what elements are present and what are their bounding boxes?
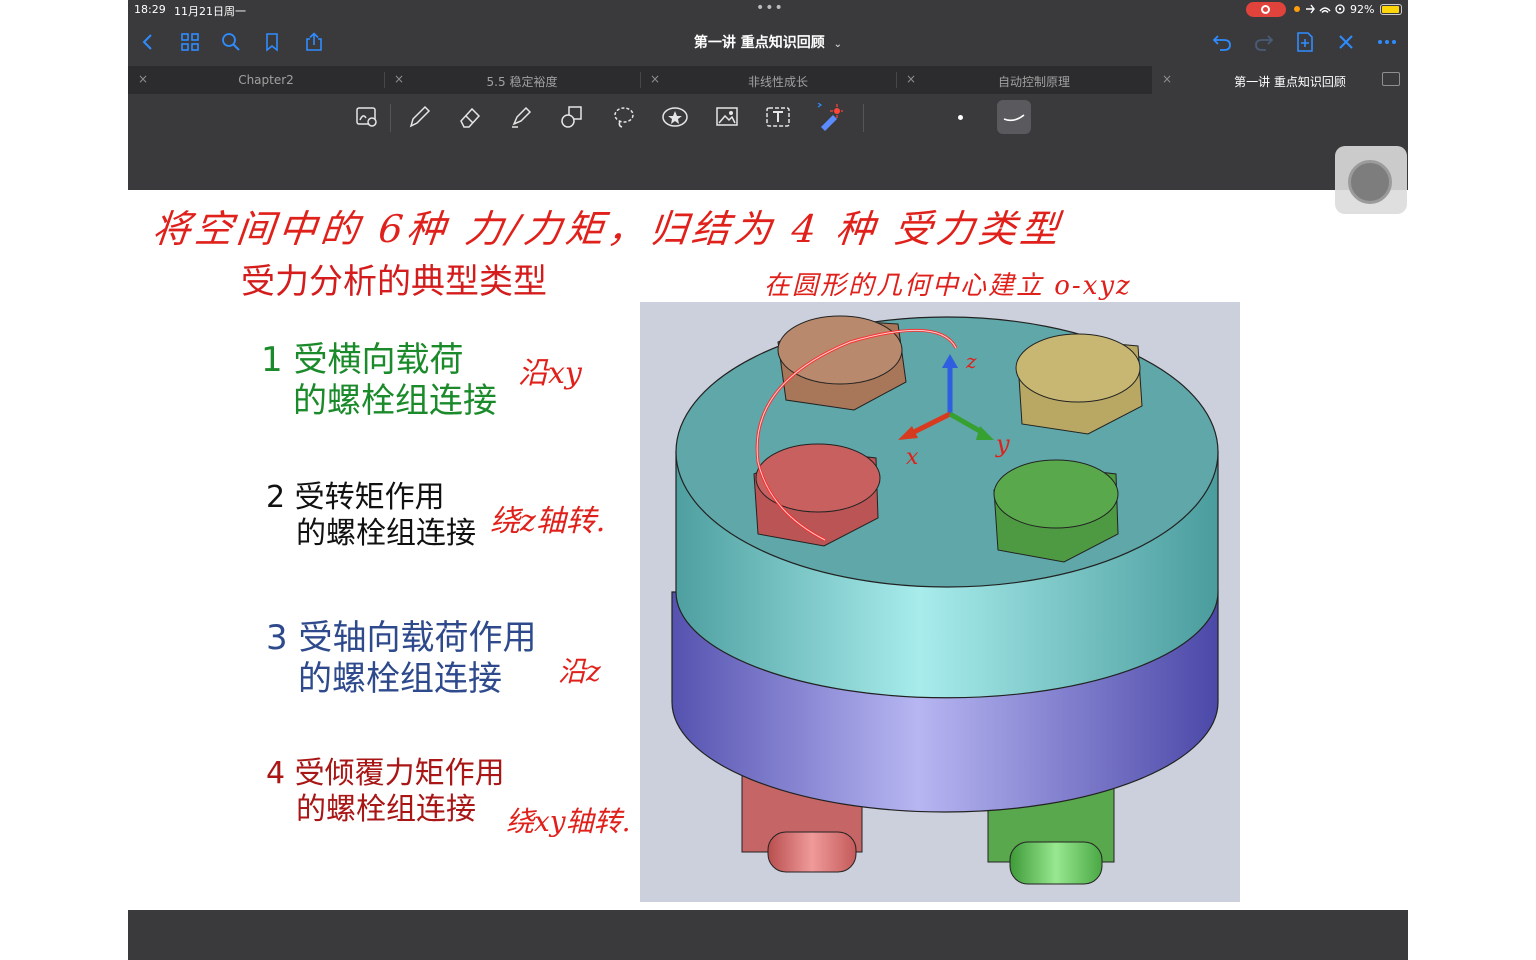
bolt-group-render: z x y <box>640 302 1240 902</box>
item-line2: 的螺栓组连接 <box>296 516 476 551</box>
text-icon[interactable] <box>761 100 795 134</box>
right-margin <box>1408 0 1536 960</box>
tab-label: 第一讲 重点知识回顾 <box>1234 75 1346 89</box>
left-margin <box>0 0 128 960</box>
undo-icon[interactable] <box>1208 28 1236 56</box>
load-type-item-2: 2 受转矩作用 的螺栓组连接 <box>266 480 476 552</box>
status-bar: 18:29 11月21日周一 ••• 92% <box>128 0 1408 20</box>
tab-label: 非线性成长 <box>747 75 808 89</box>
tab-label: 自动控制原理 <box>997 75 1070 89</box>
multitask-dots-icon[interactable]: ••• <box>756 0 784 16</box>
item-line2: 的螺栓组连接 <box>296 792 476 827</box>
status-time: 18:29 <box>134 3 166 16</box>
goodnotes-window: 18:29 11月21日周一 ••• 92% 第一讲 重点知识回顾 ⌄ × Ch… <box>128 0 1408 960</box>
sticker-icon[interactable] <box>658 100 692 134</box>
back-icon[interactable] <box>134 28 162 56</box>
load-type-item-4: 4 受倾覆力矩作用 的螺栓组连接 <box>266 756 505 828</box>
handwritten-note-4: 绕xy轴转. <box>506 805 631 838</box>
load-type-item-1: 1 受横向载荷 的螺栓组连接 <box>261 340 497 422</box>
item-number: 4 <box>266 756 286 791</box>
item-line1: 受轴向载荷作用 <box>298 618 537 658</box>
toolbar-spacer <box>128 140 1408 190</box>
split-view-icon[interactable] <box>1382 72 1400 86</box>
app: 18:29 11月21日周一 ••• 92% 第一讲 重点知识回顾 ⌄ × Ch… <box>0 0 1536 960</box>
tab-lecture1-review[interactable]: × 第一讲 重点知识回顾 <box>1152 66 1408 94</box>
document-title[interactable]: 第一讲 重点知识回顾 ⌄ <box>628 32 908 52</box>
stroke-style-icon[interactable] <box>997 100 1031 134</box>
tab-stability-margin[interactable]: × 5.5 稳定裕度 <box>384 66 640 94</box>
battery-level <box>1382 6 1399 13</box>
handwritten-note-2: 绕z轴转. <box>490 504 606 539</box>
tab-nonlinear-growth[interactable]: × 非线性成长 <box>640 66 896 94</box>
handwritten-note-3: 沿z <box>558 655 601 688</box>
share-icon[interactable] <box>300 28 328 56</box>
tab-label: 5.5 稳定裕度 <box>486 75 558 89</box>
eraser-icon[interactable] <box>453 100 487 134</box>
bottom-bar <box>128 910 1408 960</box>
tab-close-icon[interactable]: × <box>906 72 916 86</box>
tab-chapter2[interactable]: × Chapter2 <box>128 66 384 94</box>
tool-bar <box>128 96 1408 140</box>
document-title-text: 第一讲 重点知识回顾 <box>693 35 825 51</box>
redo-icon[interactable] <box>1250 28 1278 56</box>
load-type-item-3: 3 受轴向载荷作用 的螺栓组连接 <box>266 618 536 700</box>
tab-control-theory[interactable]: × 自动控制原理 <box>896 66 1152 94</box>
tool-divider <box>863 104 864 132</box>
tab-bar: × Chapter2 × 5.5 稳定裕度 × 非线性成长 × 自动控制原理 ×… <box>128 66 1408 94</box>
shapes-icon[interactable] <box>555 100 589 134</box>
bookmark-icon[interactable] <box>258 28 286 56</box>
axis-x-label: x <box>906 445 919 470</box>
pen-icon[interactable] <box>402 100 436 134</box>
item-line1: 受倾覆力矩作用 <box>294 756 505 791</box>
chevron-down-icon: ⌄ <box>833 39 843 50</box>
item-line2: 的螺栓组连接 <box>298 658 502 699</box>
assistive-touch-button[interactable] <box>1335 146 1407 214</box>
search-icon[interactable] <box>217 28 245 56</box>
tab-close-icon[interactable]: × <box>138 72 148 86</box>
item-line2: 的螺栓组连接 <box>293 380 497 421</box>
slide-title: 受力分析的典型类型 <box>241 262 547 302</box>
handwritten-summary: 将空间中的 6种 力/力矩，归结为 4 种 受力类型 <box>150 207 1065 251</box>
tab-close-icon[interactable]: × <box>650 72 660 86</box>
screen-record-icon[interactable] <box>1246 2 1286 17</box>
notebook-page[interactable]: 将空间中的 6种 力/力矩，归结为 4 种 受力类型 受力分析的典型类型 在圆形… <box>128 190 1408 910</box>
more-icon[interactable] <box>1373 28 1401 56</box>
item-number: 2 <box>266 480 286 515</box>
close-icon[interactable] <box>1332 28 1360 56</box>
tab-label: Chapter2 <box>238 73 294 87</box>
dot-size-icon[interactable] <box>943 100 977 134</box>
item-number: 3 <box>266 618 288 658</box>
handwritten-origin-note: 在圆形的几何中心建立 o-xyz <box>764 271 1132 301</box>
image-icon[interactable] <box>710 100 744 134</box>
item-line1: 受横向载荷 <box>293 340 464 380</box>
battery-percent: 92% <box>1350 3 1375 16</box>
grid-icon[interactable] <box>176 28 204 56</box>
axis-z-label: z <box>965 349 977 373</box>
handwritten-note-1: 沿xy <box>518 356 582 391</box>
tab-close-icon[interactable]: × <box>1162 72 1172 86</box>
highlighter-icon[interactable] <box>504 100 538 134</box>
tab-close-icon[interactable]: × <box>394 72 404 86</box>
laser-pointer-icon[interactable] <box>812 100 846 134</box>
lasso-icon[interactable] <box>607 100 641 134</box>
tool-divider <box>390 104 391 132</box>
mic-indicator-icon <box>1294 6 1300 12</box>
item-line1: 受转矩作用 <box>294 480 445 515</box>
status-date: 11月21日周一 <box>174 5 246 18</box>
battery-icon <box>1380 4 1402 15</box>
ocr-icon[interactable] <box>350 100 384 134</box>
axis-y-label: y <box>995 430 1010 458</box>
nav-bar: 第一讲 重点知识回顾 ⌄ <box>128 22 1408 64</box>
add-page-icon[interactable] <box>1291 28 1319 56</box>
airplane-icon <box>1306 4 1345 14</box>
item-number: 1 <box>261 340 283 380</box>
